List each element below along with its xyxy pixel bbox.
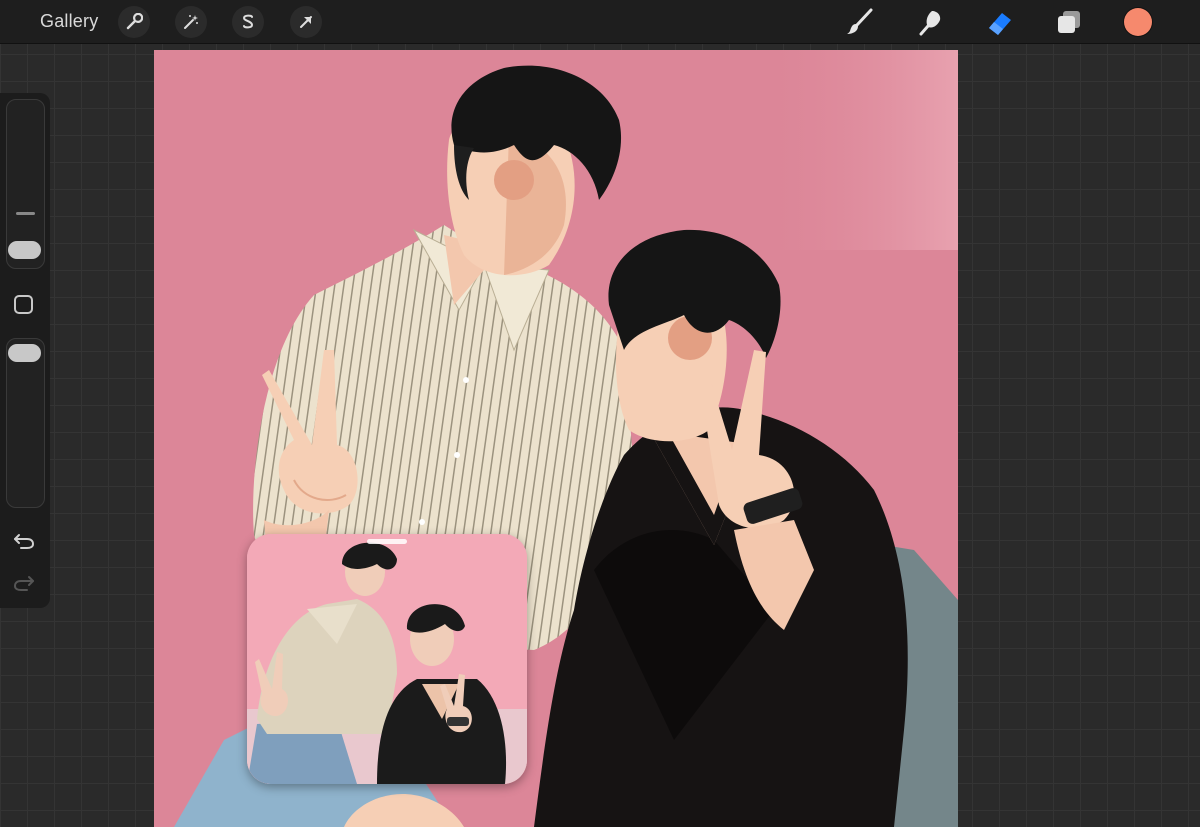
actions-button[interactable] xyxy=(118,6,150,38)
wrench-icon xyxy=(126,13,143,30)
top-toolbar: Gallery xyxy=(0,0,1200,44)
modify-button[interactable] xyxy=(14,295,33,314)
brush-size-thumb[interactable] xyxy=(8,241,41,259)
reference-photo xyxy=(247,534,527,784)
brush-tool-button[interactable] xyxy=(843,5,877,39)
gallery-button[interactable]: Gallery xyxy=(40,11,98,32)
opacity-slider[interactable] xyxy=(6,338,45,508)
redo-icon[interactable] xyxy=(13,573,35,591)
opacity-thumb[interactable] xyxy=(8,344,41,362)
selection-button[interactable] xyxy=(232,6,264,38)
slider-marker xyxy=(16,212,35,215)
eraser-icon xyxy=(989,13,1011,35)
undo-icon[interactable] xyxy=(13,531,35,549)
smudge-icon xyxy=(919,11,941,36)
transform-arrow-icon xyxy=(300,16,312,28)
magic-wand-icon xyxy=(184,15,198,29)
layers-button[interactable] xyxy=(1052,5,1086,39)
smudge-tool-button[interactable] xyxy=(914,5,948,39)
side-toolbar xyxy=(0,93,50,608)
eraser-tool-button[interactable] xyxy=(983,5,1017,39)
layers-icon xyxy=(1058,11,1080,33)
hand-detail xyxy=(344,794,464,827)
color-picker-button[interactable] xyxy=(1124,8,1152,36)
background-sheen xyxy=(754,50,958,250)
reference-window[interactable] xyxy=(247,534,527,784)
selection-s-icon xyxy=(242,14,254,29)
reference-grabber[interactable] xyxy=(367,539,407,544)
brush-icon xyxy=(847,8,873,34)
transform-button[interactable] xyxy=(290,6,322,38)
adjustments-button[interactable] xyxy=(175,6,207,38)
